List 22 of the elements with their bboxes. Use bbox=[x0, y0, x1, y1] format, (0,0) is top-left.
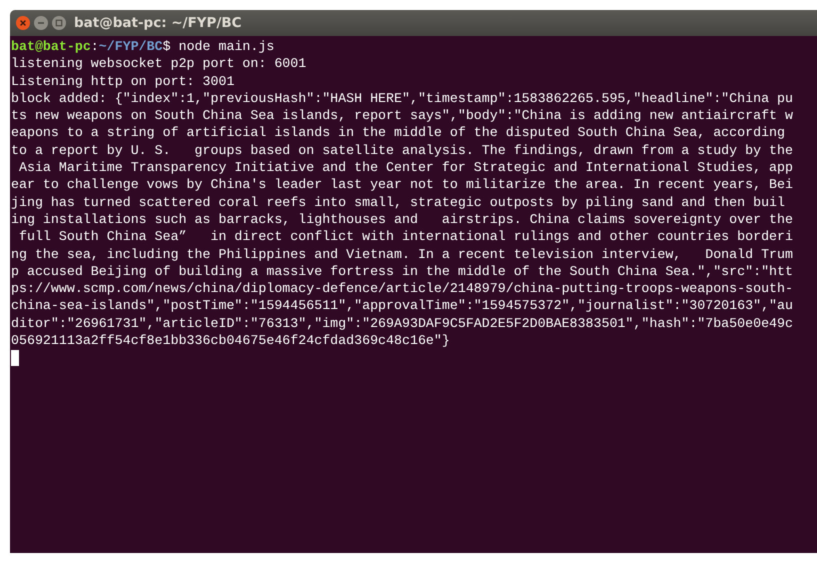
output-line: p accused Beijing of building a massive fortress in the middle of the South China Sea.","src":"htt bbox=[11, 262, 793, 280]
output-line: jing has turned scattered coral reefs into small, strategic outposts by piling sand and then buil bbox=[11, 194, 786, 211]
output-line: ing installations such as barracks, lighthouses and airstrips. China claims sovereignty over the bbox=[11, 210, 793, 228]
output-line: to a report by U. S. groups based on satellite analysis. The findings, drawn from a study by the bbox=[11, 142, 793, 160]
output-line: china-sea-islands","postTime":"1594456511","approvalTime":"1594575372","journalist":"30720163","au bbox=[11, 297, 793, 315]
output-line: ear to challenge vows by China's leader last year not to militarize the area. In recent years, Bei bbox=[11, 176, 793, 194]
output-line: listening websocket p2p port on: 6001 bbox=[11, 55, 306, 73]
output-line: ts new weapons on South China Sea islands, report says","body":"China is adding new antiaircraft w bbox=[11, 107, 793, 124]
output-line: eapons to a string of artificial islands in the middle of the disputed South China Sea, according bbox=[11, 124, 786, 142]
output-line: full South China Sea” in direct conflict with international rulings and other countries borderi bbox=[18, 228, 793, 246]
window-title: bat@bat-pc: ~/FYP/BC bbox=[74, 15, 242, 31]
output-line: block added: {"index":1,"previousHash":"HASH HERE","timestamp":1583862265.595,"headline":"China pu bbox=[11, 90, 793, 108]
minimize-icon[interactable] bbox=[34, 16, 48, 30]
output-line: ng the sea, including the Philippines and Vietnam. In a recent television interview, Donald Trum bbox=[11, 246, 793, 263]
close-icon[interactable] bbox=[16, 16, 30, 30]
maximize-icon[interactable] bbox=[52, 16, 66, 30]
output-line: Asia Maritime Transparency Initiative and the Center for Strategic and International Studies, app bbox=[18, 159, 793, 176]
output-line: ditor":"26961731","articleID":"76313","img":"269A93DAF9C5FAD2E5F2D0BAE8383501","hash":"7ba50e0e49c bbox=[11, 314, 793, 332]
output-line: ps://www.scmp.com/news/china/diplomacy-defence/article/2148979/china-putting-troops-weapons-south- bbox=[11, 280, 793, 298]
output-line: Listening http on port: 3001 bbox=[11, 72, 234, 90]
prompt-line: bat@bat-pc:~/FYP/BC$ node main.js bbox=[11, 38, 274, 56]
output-line: 056921113a2ff54cf8e1bb336cb04675e46f24cfdad369c48c16e"} bbox=[11, 332, 450, 350]
